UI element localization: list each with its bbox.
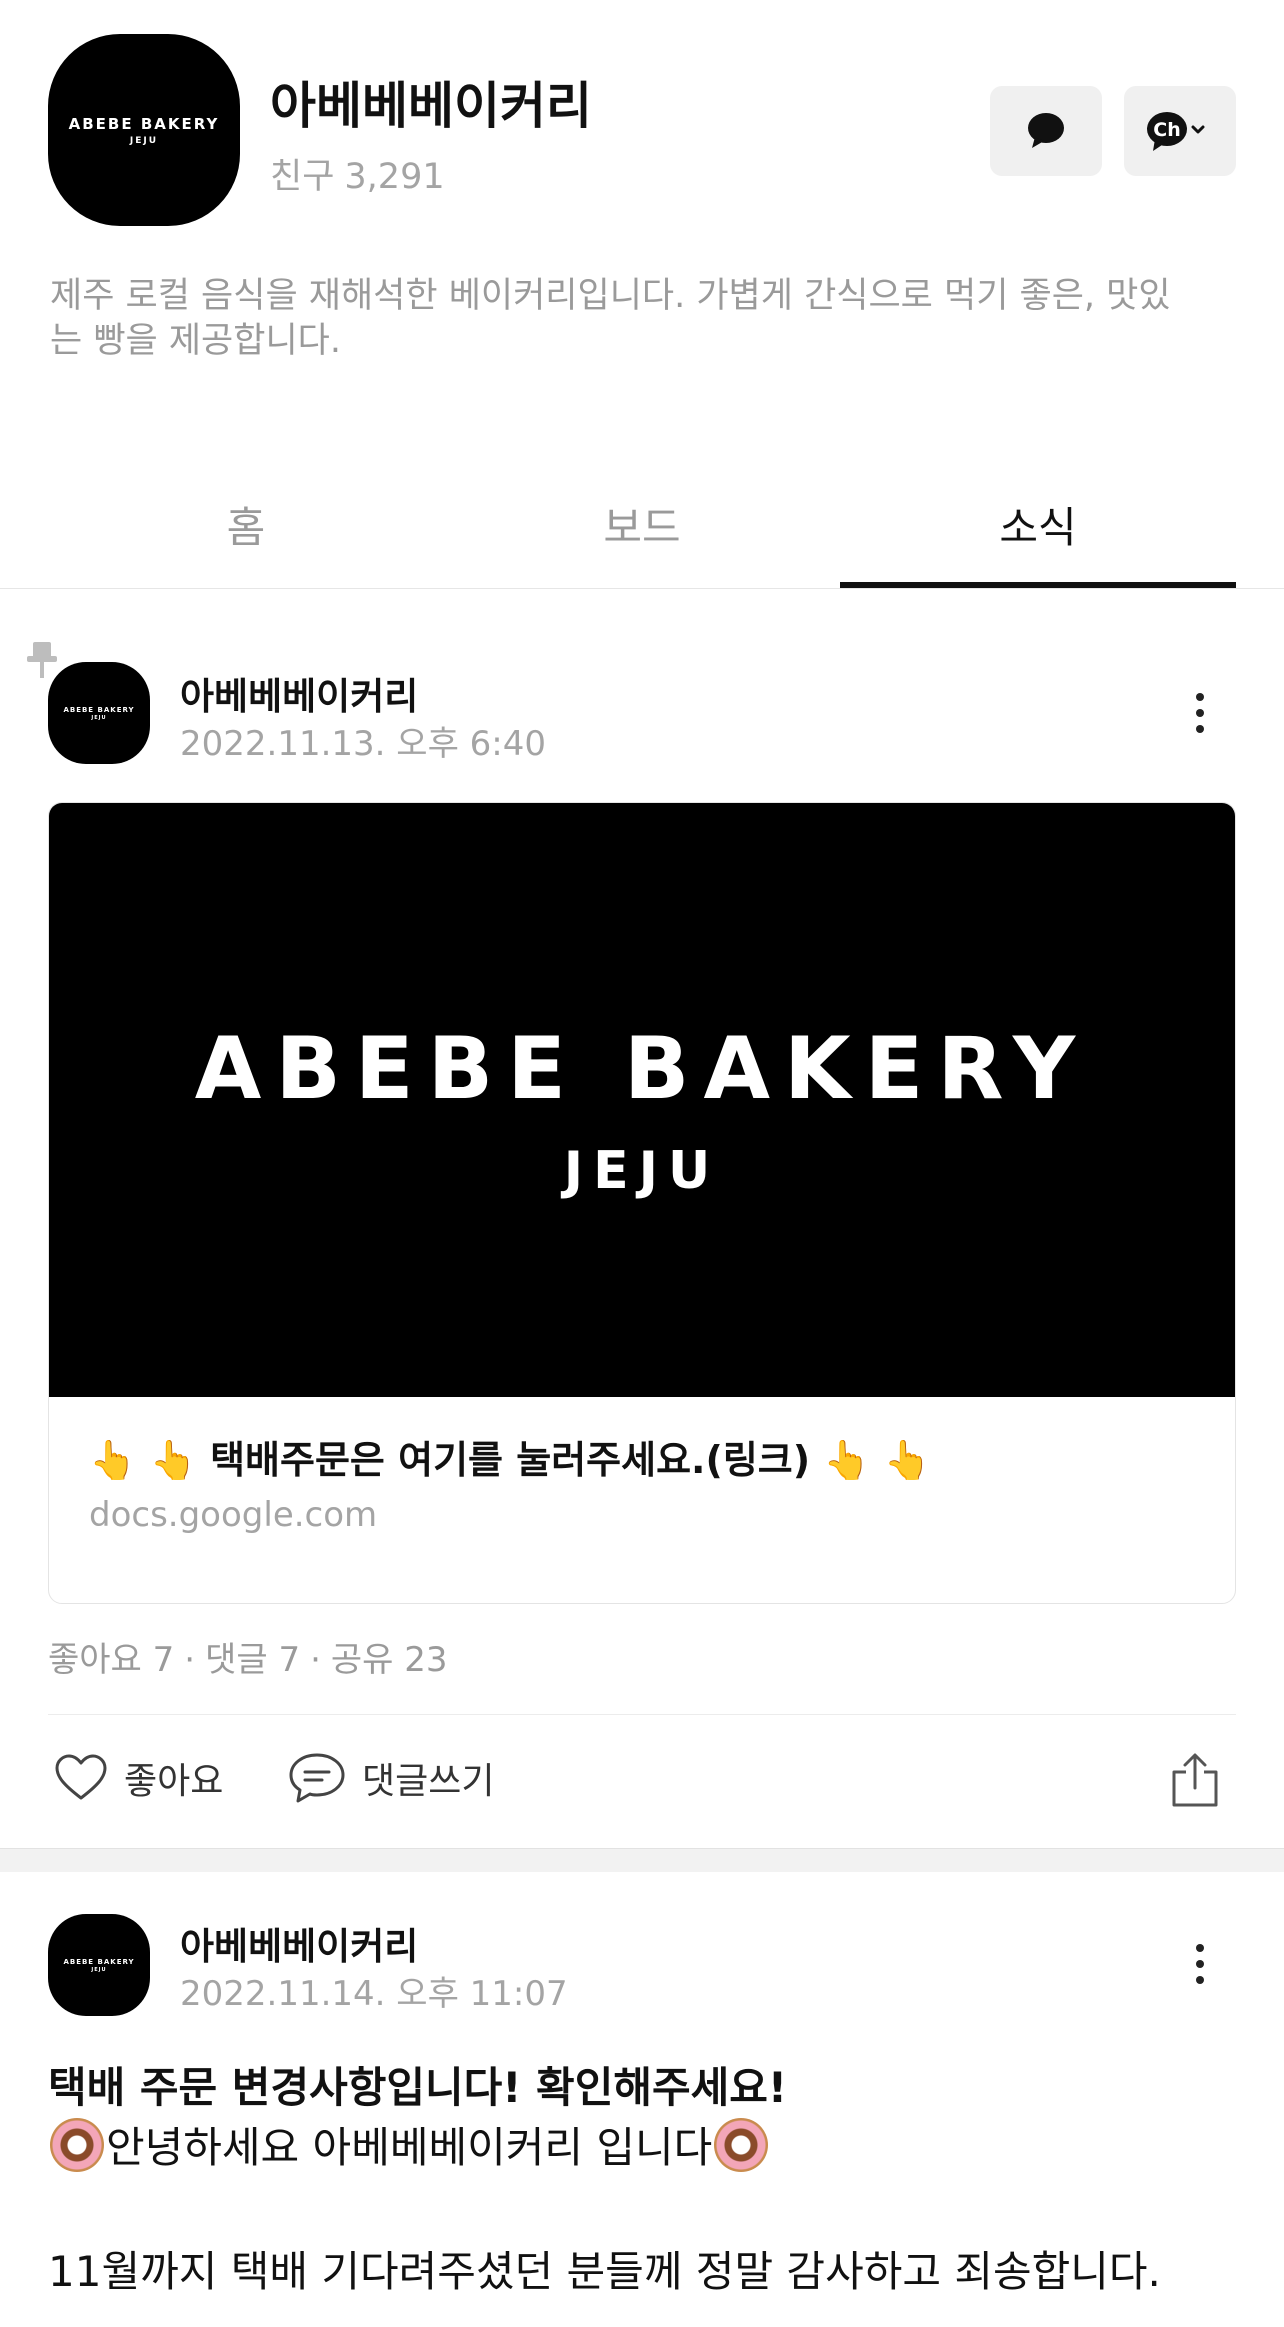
link-preview-image: ABEBE BAKERY JEJU xyxy=(49,803,1235,1397)
pin-icon xyxy=(27,642,57,678)
share-count: 공유 23 xyxy=(330,1640,448,1680)
more-dot xyxy=(1196,725,1204,733)
channel-logo: ABEBE BAKERY JEJU xyxy=(48,34,240,226)
more-dot xyxy=(1196,1960,1204,1968)
logo-subtext: JEJU xyxy=(129,135,159,146)
logo-text: ABEBE BAKERY xyxy=(63,705,135,714)
heart-icon xyxy=(55,1754,107,1800)
link-title: 👆 👆 택배주문은 여기를 눌러주세요.(링크) 👆 👆 xyxy=(89,1438,932,1482)
action-divider xyxy=(48,1714,1236,1715)
card-logo-text: ABEBE BAKERY xyxy=(194,1019,1090,1119)
share-icon xyxy=(1172,1753,1218,1807)
channel-icon: Ch xyxy=(1147,112,1205,151)
comment-icon xyxy=(289,1753,345,1803)
stats-separator: · xyxy=(310,1640,321,1680)
more-dot xyxy=(1196,1944,1204,1952)
link-preview-card[interactable]: ABEBE BAKERY JEJU 👆 👆 택배주문은 여기를 눌러주세요.(링… xyxy=(48,802,1236,1604)
donut-emoji-icon xyxy=(50,2117,104,2172)
channel-name: 아베베베이커리 xyxy=(270,77,592,135)
post-stats: 좋아요 7 · 댓글 7 · 공유 23 xyxy=(48,1632,448,1681)
like-label: 좋아요 xyxy=(124,1761,224,1802)
like-count[interactable]: 좋아요 7 xyxy=(48,1640,174,1680)
post-date: 2022.11.13. 오후 6:40 xyxy=(180,724,547,764)
more-dot xyxy=(1196,1976,1204,1984)
more-dot xyxy=(1196,693,1204,701)
friends-number: 3,291 xyxy=(344,157,445,197)
post-author-avatar[interactable]: ABEBE BAKERY JEJU xyxy=(48,1914,150,2016)
stats-separator: · xyxy=(184,1640,196,1680)
chat-button[interactable] xyxy=(990,86,1102,176)
tab-home[interactable]: 홈 xyxy=(48,470,444,588)
comment-button[interactable]: 댓글쓰기 xyxy=(288,1752,494,1804)
friends-label: 친구 xyxy=(270,157,335,197)
tab-news[interactable]: 소식 xyxy=(840,470,1236,588)
donut-emoji-icon xyxy=(714,2117,769,2172)
channel-icon-label: Ch xyxy=(1153,119,1180,141)
post-greeting-line: 안녕하세요 아베베베이커리 입니다 xyxy=(48,2114,770,2175)
tab-board[interactable]: 보드 xyxy=(444,470,840,588)
post-title: 택배 주문 변경사항입니다! 확인해주세요! xyxy=(48,2063,788,2112)
post-separator xyxy=(0,1848,1284,1872)
card-logo-subtext: JEJU xyxy=(563,1141,721,1201)
channel-profile: ABEBE BAKERY JEJU 아베베베이커리 친구 3,291 Ch 제주 … xyxy=(0,0,1284,440)
logo-subtext: JEJU xyxy=(91,1966,107,1973)
like-button[interactable]: 좋아요 xyxy=(54,1752,223,1804)
logo-text: ABEBE BAKERY xyxy=(68,114,220,133)
post-body: 11월까지 택배 기다려주셨던 분들께 정말 감사하고 죄송합니다. xyxy=(48,2247,1161,2296)
post-author-name[interactable]: 아베베베이커리 xyxy=(180,1916,418,1970)
logo-text: ABEBE BAKERY xyxy=(63,1957,135,1966)
post-author-name[interactable]: 아베베베이커리 xyxy=(180,666,418,720)
friends-count: 친구 3,291 xyxy=(270,148,445,199)
more-dot xyxy=(1196,709,1204,717)
post-greeting: 안녕하세요 아베베베이커리 입니다 xyxy=(106,2123,713,2172)
channel-menu-button[interactable]: Ch xyxy=(1124,86,1236,176)
post-author-avatar[interactable]: ABEBE BAKERY JEJU xyxy=(48,662,150,764)
channel-description: 제주 로컬 음식을 재해석한 베이커리입니다. 가볍게 간식으로 먹기 좋은, … xyxy=(50,276,1171,361)
post-more-button[interactable] xyxy=(1180,1934,1220,1994)
comment-count[interactable]: 댓글 7 xyxy=(205,1640,300,1680)
post-date: 2022.11.14. 오후 11:07 xyxy=(180,1974,568,2014)
share-button[interactable] xyxy=(1170,1752,1236,1808)
post-more-button[interactable] xyxy=(1180,683,1220,743)
tab-bar: 홈 보드 소식 xyxy=(48,470,1236,588)
speech-bubble-icon xyxy=(1028,113,1064,148)
link-domain: docs.google.com xyxy=(89,1495,378,1535)
tabs-divider xyxy=(0,588,1284,589)
comment-label: 댓글쓰기 xyxy=(362,1761,495,1802)
logo-subtext: JEJU xyxy=(91,714,107,721)
